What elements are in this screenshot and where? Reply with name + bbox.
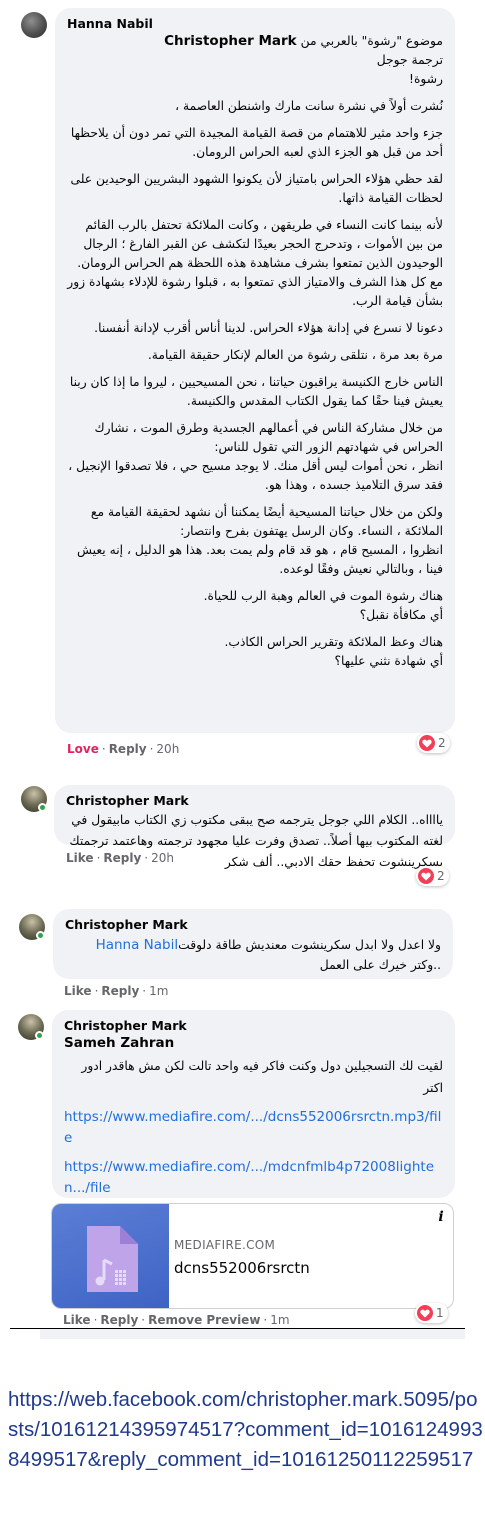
timestamp[interactable]: 20h — [151, 851, 174, 865]
comment-text: موضوع "رشوة" بالعربي من Christopher Mark — [67, 32, 443, 51]
comment-text: هناك رشوة الموت في العالم وهبة الرب للحي… — [203, 589, 443, 622]
comment-text: ترجمة جوجل رشوة! — [376, 53, 443, 86]
preview-domain: MEDIAFIRE.COM — [174, 1238, 276, 1252]
source-url-caption: https://web.facebook.com/christopher.mar… — [8, 1388, 483, 1471]
audio-file-icon — [87, 1226, 138, 1292]
comment-author[interactable]: Christopher Mark — [65, 917, 441, 932]
mediafire-link[interactable]: https://www.mediafire.com/.../dcns552006… — [64, 1107, 443, 1149]
comment-text: ولا اعدل ولا ابدل سكرينشوت معنديش طاقة د… — [65, 935, 441, 955]
remove-preview-link[interactable]: Remove Preview — [148, 1313, 260, 1327]
separator: · — [144, 851, 149, 865]
comment-text: لأنه بينما كانت النساء في طريقهن ، وكانت… — [67, 218, 443, 308]
like-link[interactable]: Like — [63, 1313, 91, 1327]
heart-icon — [418, 868, 434, 884]
reaction-count[interactable]: 2 — [416, 866, 449, 886]
separator: · — [263, 1313, 268, 1327]
reply-link[interactable]: Reply — [103, 851, 141, 865]
comment-actions: Like · Reply · 1m — [64, 984, 168, 998]
info-icon[interactable]: i — [428, 1204, 453, 1230]
mention-link[interactable]: Hanna Nabil — [96, 937, 179, 953]
comment-author[interactable]: Christopher Mark — [64, 1018, 443, 1033]
comment-text: مرة بعد مرة ، نتلقى رشوة من العالم لإنكا… — [147, 348, 443, 362]
comment-text: موضوع "رشوة" بالعربي من — [300, 34, 443, 48]
reaction-number: 2 — [437, 869, 445, 883]
separator: · — [142, 984, 147, 998]
separator: · — [101, 742, 106, 756]
comment-text: ولكن من خلال حياتنا المسيحية أيضًا يمكنن… — [76, 505, 443, 576]
online-status-indicator — [35, 1031, 44, 1040]
heart-icon — [419, 735, 435, 751]
reaction-number: 2 — [438, 736, 446, 750]
reaction-count[interactable]: 1 — [415, 1303, 448, 1323]
mediafire-link[interactable]: https://www.mediafire.com/.../mdcnfmlb4p… — [64, 1157, 443, 1199]
comment-author[interactable]: Hanna Nabil — [67, 16, 443, 31]
comment-text: هناك وعظ الملائكة وتقرير الحراس الكاذب. … — [224, 635, 443, 668]
comment-bubble: Christopher Mark Sameh Zahran لقيت لك ال… — [52, 1010, 455, 1198]
bottom-edge — [40, 1329, 465, 1339]
comment-text: لقيت لك التسجيلين دول وكنت فاكر فيه واحد… — [81, 1059, 443, 1095]
comment-actions: Like · Reply · 20h — [66, 851, 174, 865]
reply-link[interactable]: Reply — [100, 1313, 138, 1327]
comment-text: لقد حظي هؤلاء الحراس بامتياز لأن يكونوا … — [70, 172, 443, 205]
mention-link[interactable]: Sameh Zahran — [64, 1035, 443, 1051]
comment-text: نُشرت أولاً في نشرة سانت مارك واشنطن الع… — [175, 99, 443, 113]
preview-title: dcns552006rsrctn — [174, 1259, 310, 1277]
timestamp[interactable]: 20h — [156, 742, 179, 756]
separator: · — [149, 742, 154, 756]
timestamp[interactable]: 1m — [270, 1313, 289, 1327]
comment-text: دعونا لا نسرع في إدانة هؤلاء الحراس. لدي… — [94, 321, 443, 335]
comment-bubble: Christopher Mark يااااه.. الكلام اللي جو… — [54, 785, 455, 869]
separator: · — [93, 1313, 98, 1327]
preview-thumbnail — [52, 1204, 169, 1308]
separator: · — [141, 1313, 146, 1327]
comment-text: جزء واحد مثير للاهتمام من قصة القيامة ال… — [70, 126, 443, 159]
reaction-count[interactable]: 2 — [417, 733, 450, 753]
comment-actions: Like · Reply · Remove Preview · 1m — [63, 1313, 290, 1327]
comment-text: ولا اعدل ولا ابدل سكرينشوت معنديش طاقة د… — [178, 938, 441, 952]
like-link[interactable]: Like — [64, 984, 92, 998]
online-status-indicator — [38, 803, 47, 812]
love-link[interactable]: Love — [67, 742, 99, 756]
timestamp[interactable]: 1m — [149, 984, 168, 998]
avatar[interactable] — [21, 12, 47, 38]
separator: · — [94, 984, 99, 998]
comment-bubble: Hanna Nabil موضوع "رشوة" بالعربي من Chri… — [55, 8, 455, 733]
comment-text: ..وكتر خيرك على العمل — [319, 958, 441, 972]
separator: · — [96, 851, 101, 865]
reaction-number: 1 — [436, 1306, 444, 1320]
like-link[interactable]: Like — [66, 851, 94, 865]
reply-link[interactable]: Reply — [109, 742, 147, 756]
comment-text: الناس خارج الكنيسة يراقبون حياتنا ، نحن … — [69, 375, 443, 408]
comment-actions: Love · Reply · 20h — [67, 742, 179, 756]
comment-bubble: Christopher Mark ولا اعدل ولا ابدل سكرين… — [53, 909, 453, 979]
link-preview-card[interactable]: MEDIAFIRE.COM dcns552006rsrctn i — [51, 1203, 454, 1309]
mention-link[interactable]: Christopher Mark — [164, 33, 297, 49]
comment-text: من خلال مشاركة الناس في أعمالهم الجسدية … — [68, 421, 443, 492]
comment-author[interactable]: Christopher Mark — [66, 793, 443, 808]
heart-icon — [417, 1305, 433, 1321]
reply-link[interactable]: Reply — [101, 984, 139, 998]
online-status-indicator — [36, 931, 45, 940]
